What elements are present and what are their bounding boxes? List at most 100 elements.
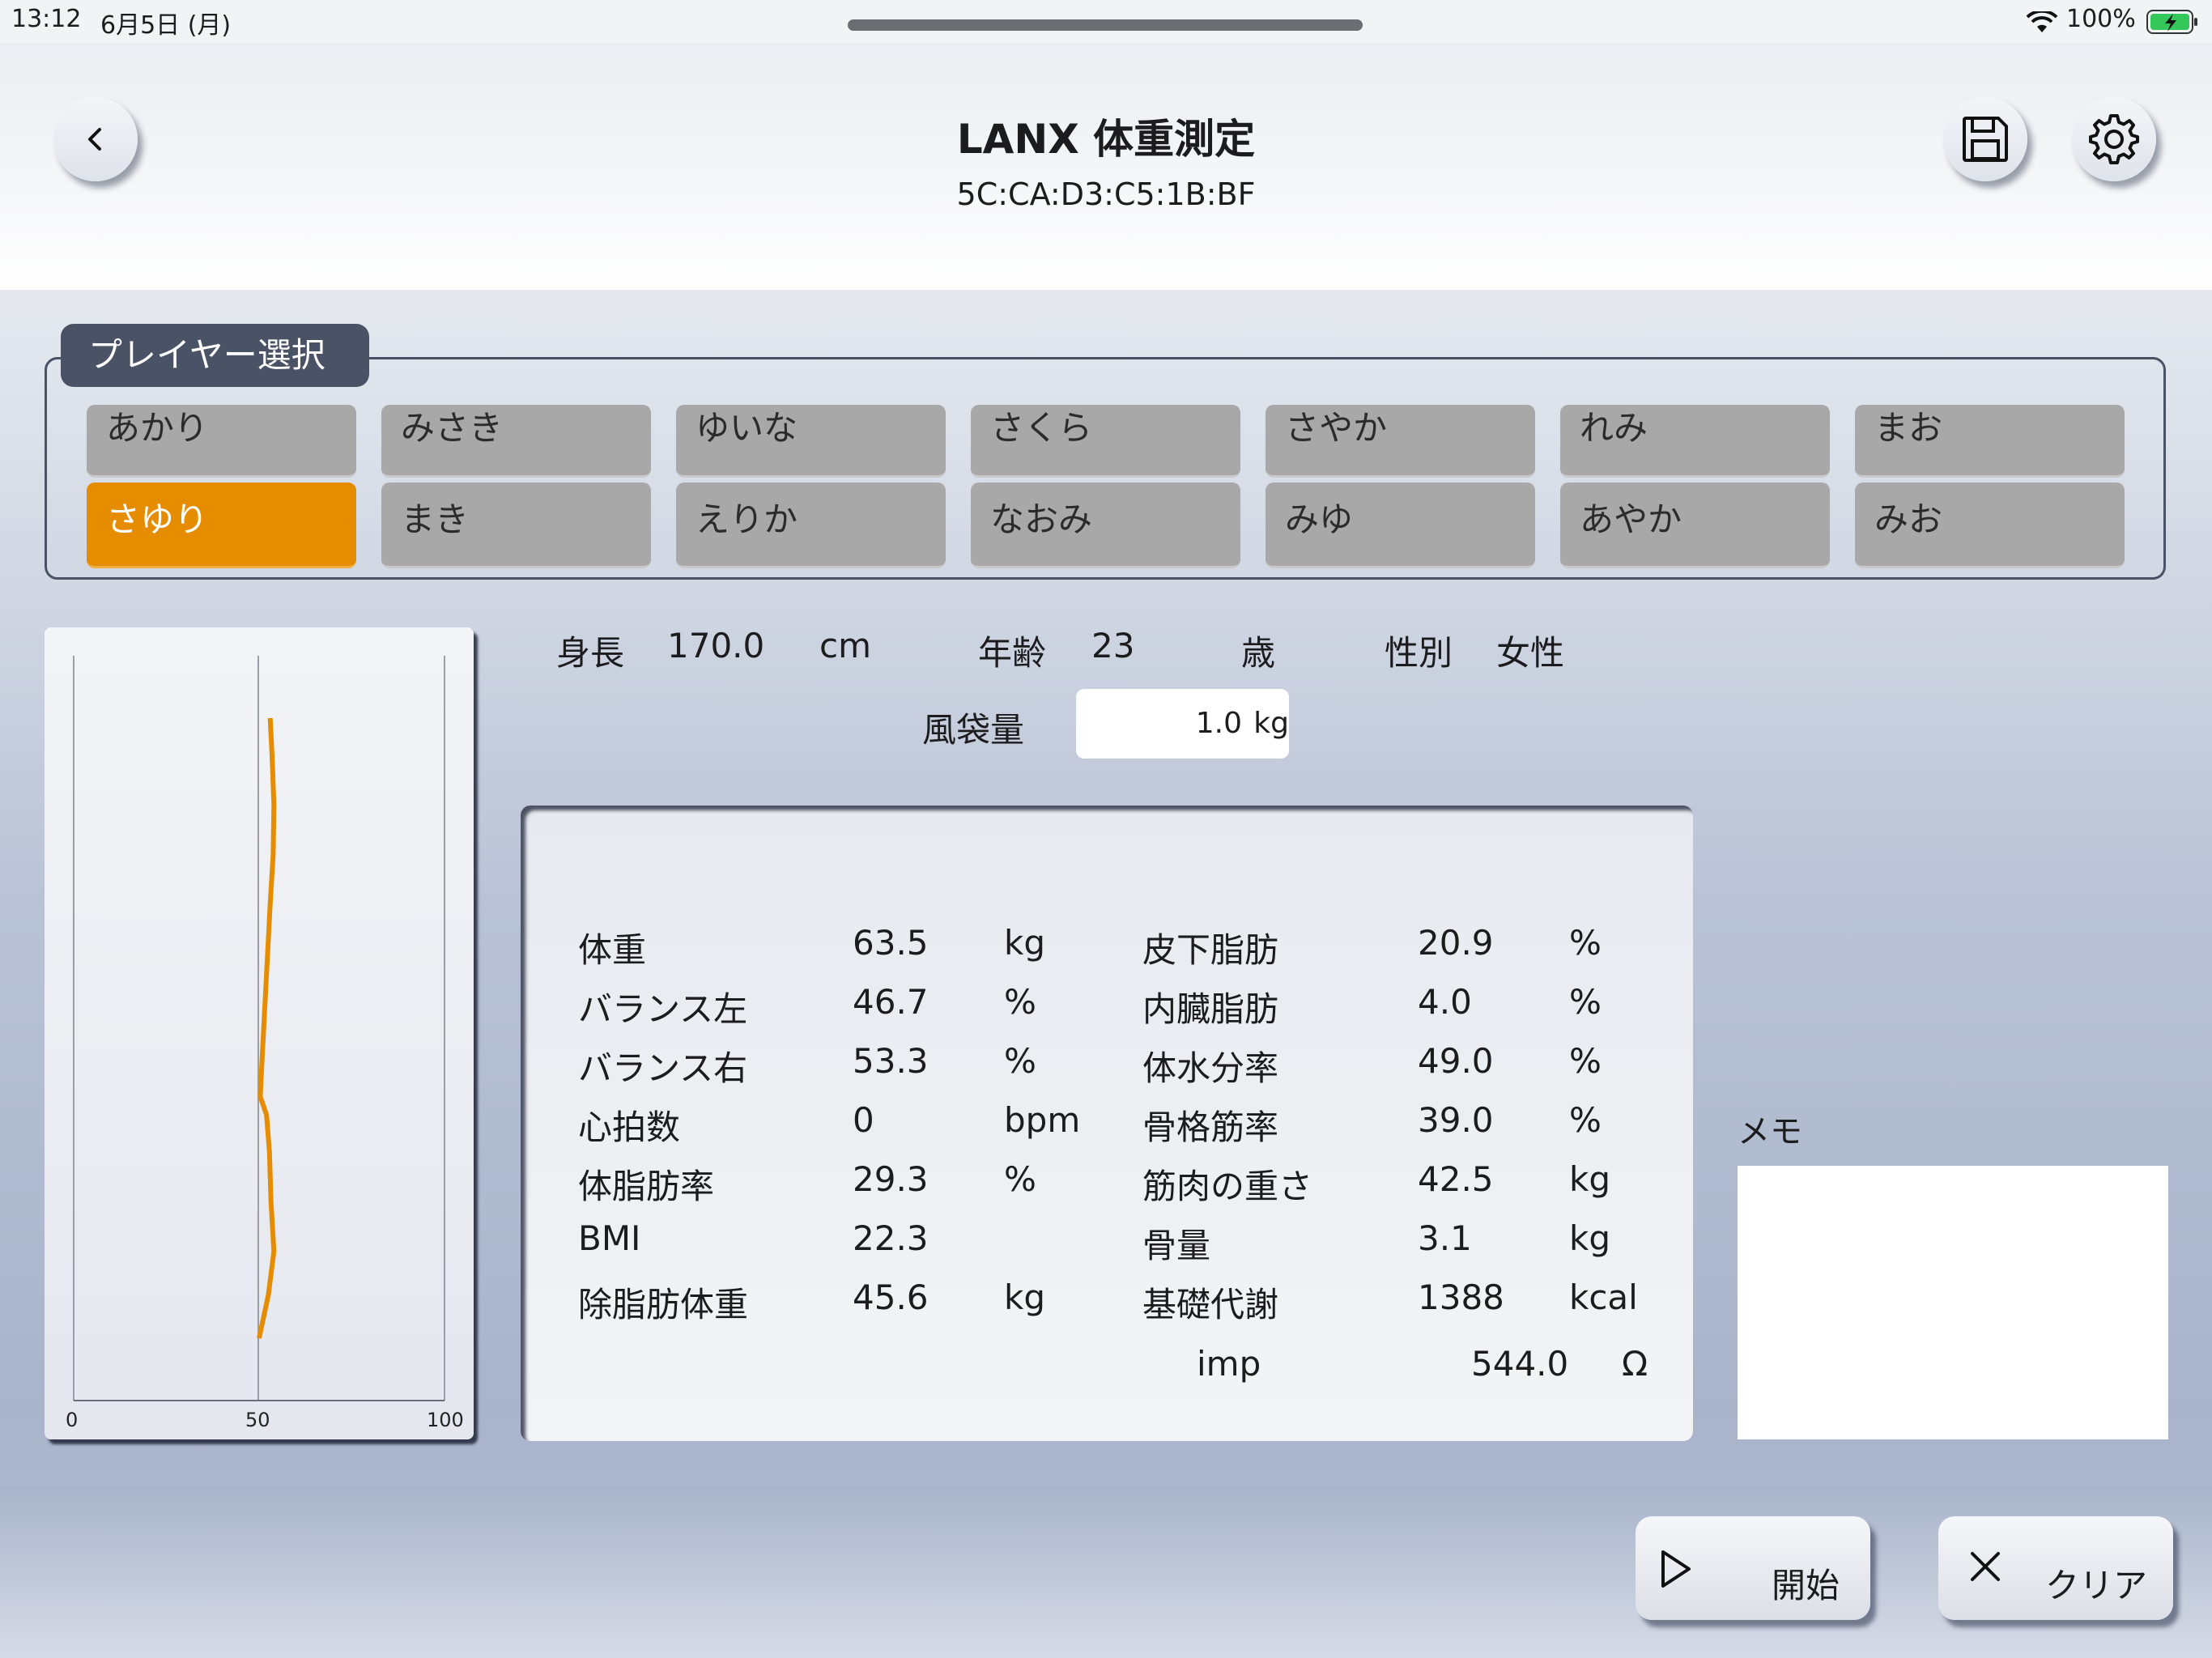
result-value: 20.9 [1418, 923, 1494, 963]
result-value: 22.3 [853, 1218, 929, 1258]
player-button[interactable]: あかり [87, 405, 356, 478]
status-bar: 13:12 6月5日 (月) 100% [0, 0, 2212, 44]
result-value: 46.7 [853, 982, 929, 1022]
result-value: 1388 [1418, 1278, 1504, 1317]
player-button[interactable]: さくら [971, 405, 1240, 478]
age-unit: 歳 [1241, 633, 1276, 673]
sex-label: 性別 [1385, 633, 1453, 673]
result-unit: kg [1569, 1159, 1610, 1199]
balance-series-line [257, 717, 277, 1339]
result-label: 骨量 [1142, 1226, 1211, 1265]
device-address: 5C:CA:D3:C5:1B:BF [956, 176, 1256, 212]
play-icon [1661, 1550, 1691, 1588]
x-tick-label: 100 [427, 1409, 464, 1431]
result-unit: bpm [1004, 1100, 1081, 1140]
impedance-unit: Ω [1622, 1344, 1648, 1384]
clear-button-label: クリア [2045, 1566, 2148, 1605]
player-button[interactable]: ゆいな [676, 405, 946, 478]
result-label: 骨格筋率 [1142, 1107, 1279, 1147]
airbag-unit: kg [1253, 707, 1289, 740]
height-label: 身長 [556, 633, 625, 673]
player-select-label: プレイヤー選択 [61, 324, 369, 387]
result-label: 体重 [578, 930, 647, 970]
player-button[interactable]: みお [1855, 483, 2125, 568]
airbag-input[interactable]: 1.0 kg [1076, 689, 1289, 759]
result-value: 45.6 [853, 1278, 929, 1317]
result-label: 心拍数 [578, 1107, 681, 1147]
start-button[interactable]: 開始 [1636, 1516, 1870, 1620]
status-date: 6月5日 (月) [100, 11, 232, 40]
result-label: バランス右 [578, 1048, 748, 1088]
x-tick-label: 0 [66, 1409, 79, 1431]
impedance-value: 544.0 [1471, 1344, 1569, 1384]
result-label: 体脂肪率 [578, 1167, 715, 1206]
result-unit: % [1569, 982, 1602, 1022]
age-label: 年齢 [978, 633, 1047, 673]
result-unit: % [1569, 1041, 1602, 1081]
result-value: 53.3 [853, 1041, 929, 1081]
result-value: 49.0 [1418, 1041, 1494, 1081]
player-button[interactable]: まき [381, 483, 651, 568]
result-unit: kg [1004, 923, 1045, 963]
height-value: 170.0 [667, 626, 765, 665]
player-button[interactable]: あやか [1560, 483, 1830, 568]
footer [0, 1486, 2212, 1658]
memo-textarea[interactable] [1738, 1166, 2168, 1439]
battery-charging-icon [2146, 10, 2197, 34]
clear-button[interactable]: クリア [1938, 1516, 2173, 1620]
settings-button[interactable] [2072, 97, 2156, 181]
player-button[interactable]: れみ [1560, 405, 1830, 478]
result-unit: kg [1569, 1218, 1610, 1258]
close-icon [1971, 1552, 2000, 1581]
result-value: 3.1 [1418, 1218, 1472, 1258]
player-button-selected[interactable]: さゆり [87, 483, 356, 568]
result-unit: % [1569, 1100, 1602, 1140]
height-unit: cm [819, 626, 872, 665]
result-value: 63.5 [853, 923, 929, 963]
page-title: LANX 体重測定 [956, 116, 1256, 163]
result-label: 基礎代謝 [1142, 1285, 1279, 1324]
player-button[interactable]: みさき [381, 405, 651, 478]
result-label: 筋肉の重さ [1142, 1167, 1313, 1206]
result-value: 0 [853, 1100, 874, 1140]
balance-chart-panel: 0 50 100 [45, 627, 474, 1439]
result-unit: % [1004, 982, 1036, 1022]
player-button[interactable]: なおみ [971, 483, 1240, 568]
result-unit: kcal [1569, 1278, 1638, 1317]
player-button[interactable]: えりか [676, 483, 946, 568]
airbag-label: 風袋量 [922, 710, 1025, 750]
airbag-value: 1.0 [1195, 707, 1242, 740]
memo-label: メモ [1738, 1113, 1802, 1150]
start-button-label: 開始 [1772, 1566, 1840, 1605]
result-unit: % [1004, 1041, 1036, 1081]
result-value: 4.0 [1418, 982, 1472, 1022]
result-unit: kg [1004, 1278, 1045, 1317]
player-button[interactable]: みゆ [1266, 483, 1535, 568]
battery-percent: 100% [2066, 5, 2136, 33]
age-value: 23 [1091, 626, 1135, 665]
result-value: 39.0 [1418, 1100, 1494, 1140]
result-value: 29.3 [853, 1159, 929, 1199]
header [0, 44, 2212, 290]
result-unit: % [1004, 1159, 1036, 1199]
player-button[interactable]: さやか [1266, 405, 1535, 478]
balance-chart [73, 656, 445, 1401]
status-time: 13:12 [11, 5, 82, 33]
result-unit: % [1569, 923, 1602, 963]
gear-icon [2089, 114, 2139, 164]
result-label: 体水分率 [1142, 1048, 1279, 1088]
multitask-grabber[interactable] [848, 19, 1363, 31]
result-label: 内臓脂肪 [1142, 989, 1279, 1029]
save-button[interactable] [1943, 97, 2027, 181]
sex-value: 女性 [1496, 633, 1565, 673]
result-label: BMI [578, 1218, 641, 1258]
result-label: 皮下脂肪 [1142, 930, 1279, 970]
result-label: バランス左 [578, 989, 748, 1029]
player-button[interactable]: まお [1855, 405, 2125, 478]
save-icon [1963, 117, 2008, 162]
result-value: 42.5 [1418, 1159, 1494, 1199]
result-label: 除脂肪体重 [578, 1285, 749, 1324]
x-tick-label: 50 [245, 1409, 270, 1431]
impedance-label: imp [1197, 1344, 1261, 1384]
wifi-icon [2026, 11, 2058, 32]
